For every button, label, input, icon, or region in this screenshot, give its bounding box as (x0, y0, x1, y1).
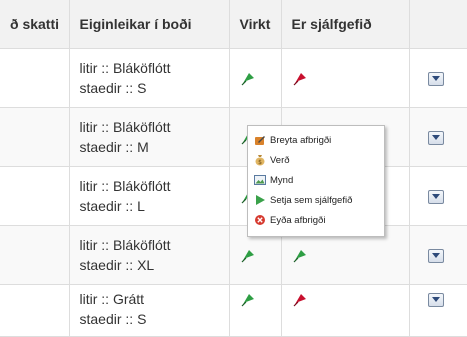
menu-item-label: Breyta afbrigði (270, 134, 332, 146)
svg-text:$: $ (258, 159, 262, 166)
row-menu-button[interactable] (427, 130, 444, 145)
tax-cell (0, 107, 70, 167)
green-flag-icon[interactable] (240, 292, 256, 308)
menu-item-label: Eyða afbrigði (270, 214, 326, 226)
attribute-color: litir :: Bláköflótt (79, 59, 171, 76)
menu-item-set-default[interactable]: Setja sem sjálfgefið (248, 190, 384, 210)
attributes-cell: litir :: Bláköflótt staedir :: L (69, 166, 230, 226)
column-header-tax: ð skatti (0, 0, 70, 49)
attribute-color: litir :: Grátt (79, 290, 145, 307)
table-row: litir :: Bláköflótt staedir :: L (0, 166, 467, 226)
default-cell (281, 284, 410, 337)
attribute-size: staedir :: L (79, 197, 145, 214)
variants-table: ð skatti Eiginleikar í boði Virkt Er sjá… (0, 0, 467, 337)
tax-cell (0, 48, 70, 108)
menu-item-label: Mynd (270, 174, 294, 186)
green-flag-icon[interactable] (292, 248, 308, 264)
table-row: litir :: Bláköflótt staedir :: S (0, 48, 467, 108)
column-header-active: Virkt (229, 0, 282, 49)
column-header-default: Er sjálfgefið (281, 0, 410, 49)
row-menu-button[interactable] (427, 189, 444, 204)
attribute-color: litir :: Bláköflótt (79, 177, 171, 194)
default-cell (281, 48, 410, 108)
attributes-cell: litir :: Bláköflótt staedir :: S (69, 48, 230, 108)
attribute-size: staedir :: XL (79, 256, 155, 273)
actions-cell (409, 166, 467, 226)
money-bag-icon: $ (255, 155, 265, 166)
menu-item-edit-variant[interactable]: Breyta afbrigði (248, 130, 384, 150)
attributes-cell: litir :: Bláköflótt staedir :: XL (69, 225, 230, 285)
menu-item-label: Setja sem sjálfgefið (270, 194, 353, 206)
attribute-size: staedir :: S (79, 310, 147, 327)
green-flag-icon[interactable] (240, 71, 256, 87)
attribute-color: litir :: Bláköflótt (79, 118, 171, 135)
tax-cell (0, 225, 70, 285)
actions-cell (409, 225, 467, 285)
row-menu-button[interactable] (427, 248, 444, 263)
image-icon (254, 175, 266, 185)
active-cell (229, 284, 282, 337)
actions-cell (409, 48, 467, 108)
attributes-cell: litir :: Grátt staedir :: S (69, 284, 230, 337)
variant-context-menu: Breyta afbrigði $ Verð Mynd Setja sem sj… (247, 125, 385, 237)
attributes-cell: litir :: Bláköflótt staedir :: M (69, 107, 230, 167)
attribute-size: staedir :: M (79, 138, 149, 155)
table-row: litir :: Bláköflótt staedir :: M (0, 107, 467, 167)
table-row: litir :: Grátt staedir :: S (0, 284, 467, 337)
attribute-size: staedir :: S (79, 79, 147, 96)
tax-cell (0, 284, 70, 337)
red-flag-icon[interactable] (292, 71, 308, 87)
green-flag-icon[interactable] (240, 248, 256, 264)
menu-item-price[interactable]: $ Verð (248, 150, 384, 170)
row-menu-button[interactable] (427, 71, 444, 86)
table-header-row: ð skatti Eiginleikar í boði Virkt Er sjá… (0, 0, 467, 49)
tax-cell (0, 166, 70, 226)
red-flag-icon[interactable] (292, 292, 308, 308)
delete-icon (255, 215, 265, 225)
table-row: litir :: Bláköflótt staedir :: XL (0, 225, 467, 285)
actions-cell (409, 107, 467, 167)
column-header-actions (409, 0, 467, 49)
attribute-color: litir :: Bláköflótt (79, 236, 171, 253)
menu-item-delete-variant[interactable]: Eyða afbrigði (248, 210, 384, 230)
row-menu-button[interactable] (427, 292, 444, 307)
edit-icon (255, 136, 265, 145)
menu-item-image[interactable]: Mynd (248, 170, 384, 190)
actions-cell (409, 284, 467, 337)
active-cell (229, 48, 282, 108)
column-header-attributes: Eiginleikar í boði (69, 0, 230, 49)
play-arrow-icon (256, 195, 265, 205)
menu-item-label: Verð (270, 154, 290, 166)
